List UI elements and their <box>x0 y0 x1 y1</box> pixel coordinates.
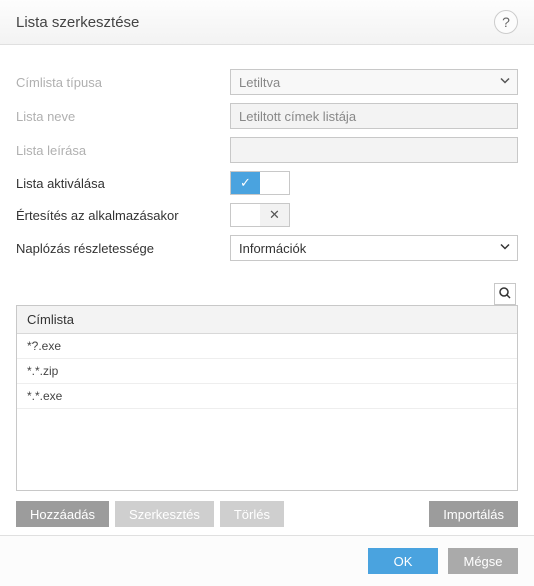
select-list-type[interactable]: Letiltva <box>230 69 518 95</box>
toggle-notify-apply[interactable]: ✕ <box>230 203 290 227</box>
help-button[interactable]: ? <box>494 10 518 34</box>
select-log-severity-value: Információk <box>239 241 306 256</box>
label-list-type: Címlista típusa <box>16 75 230 90</box>
ok-button[interactable]: OK <box>368 548 438 574</box>
table-header[interactable]: Címlista <box>17 306 517 334</box>
help-icon: ? <box>502 14 510 30</box>
select-list-type-value: Letiltva <box>239 75 280 90</box>
check-icon: ✓ <box>231 172 260 194</box>
table-body[interactable]: *?.exe *.*.zip *.*.exe <box>17 334 517 490</box>
address-list-table: Címlista *?.exe *.*.zip *.*.exe <box>16 305 518 491</box>
x-icon: ✕ <box>260 204 289 226</box>
cancel-button[interactable]: Mégse <box>448 548 518 574</box>
input-list-desc <box>230 137 518 163</box>
add-button[interactable]: Hozzáadás <box>16 501 109 527</box>
label-notify-apply: Értesítés az alkalmazásakor <box>16 208 230 223</box>
search-button[interactable] <box>494 283 516 305</box>
table-row[interactable]: *.*.zip <box>17 359 517 384</box>
import-button[interactable]: Importálás <box>429 501 518 527</box>
table-row[interactable]: *?.exe <box>17 334 517 359</box>
dialog-title: Lista szerkesztése <box>16 14 139 31</box>
label-list-active: Lista aktiválása <box>16 176 230 191</box>
edit-button: Szerkesztés <box>115 501 214 527</box>
toggle-list-active[interactable]: ✓ <box>230 171 290 195</box>
table-row[interactable]: *.*.exe <box>17 384 517 409</box>
toggle-blank <box>260 172 289 194</box>
label-log-severity: Naplózás részletessége <box>16 241 230 256</box>
toggle-blank <box>231 204 260 226</box>
delete-button: Törlés <box>220 501 284 527</box>
label-list-name: Lista neve <box>16 109 230 124</box>
select-log-severity[interactable]: Információk <box>230 235 518 261</box>
input-list-name <box>230 103 518 129</box>
chevron-down-icon <box>499 241 511 256</box>
search-icon <box>498 286 512 303</box>
label-list-desc: Lista leírása <box>16 143 230 158</box>
chevron-down-icon <box>499 75 511 90</box>
